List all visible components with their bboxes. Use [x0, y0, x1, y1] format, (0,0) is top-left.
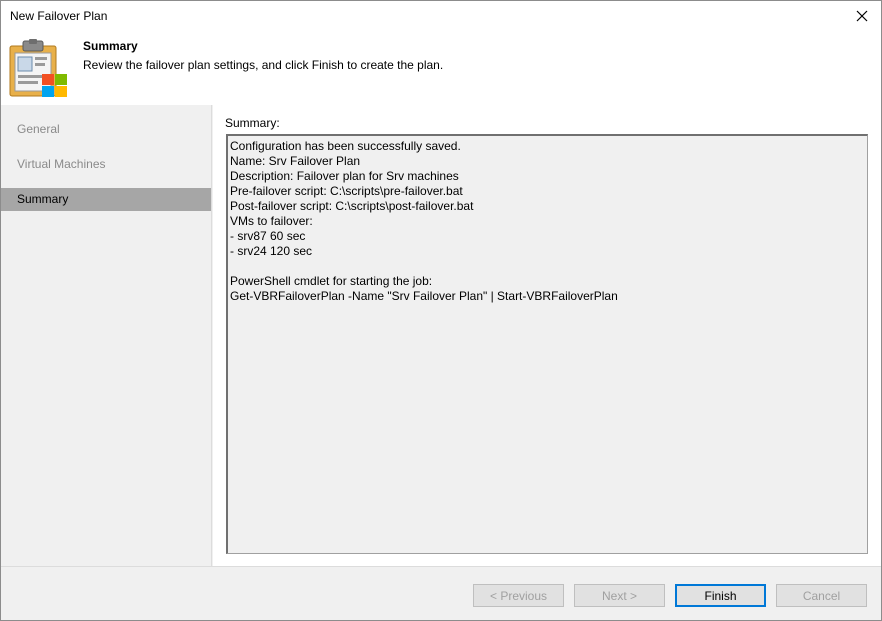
- sidebar-item-general[interactable]: General: [1, 118, 211, 141]
- sidebar-item-virtual-machines[interactable]: Virtual Machines: [1, 153, 211, 176]
- summary-line: Get-VBRFailoverPlan -Name "Srv Failover …: [230, 289, 618, 303]
- summary-line: - srv87 60 sec: [230, 229, 306, 243]
- summary-line: Pre-failover script: C:\scripts\pre-fail…: [230, 184, 463, 198]
- summary-textbox[interactable]: Configuration has been successfully save…: [226, 134, 868, 554]
- wizard-body: General Virtual Machines Summary Summary…: [1, 105, 881, 566]
- previous-button[interactable]: < Previous: [473, 584, 564, 607]
- title-bar: New Failover Plan: [1, 1, 881, 31]
- next-button[interactable]: Next >: [574, 584, 665, 607]
- cancel-button[interactable]: Cancel: [776, 584, 867, 607]
- summary-line: VMs to failover:: [230, 214, 313, 228]
- wizard-steps-sidebar: General Virtual Machines Summary: [1, 105, 212, 566]
- wizard-footer: < Previous Next > Finish Cancel: [1, 566, 881, 620]
- summary-line: - srv24 120 sec: [230, 244, 313, 258]
- close-button[interactable]: [851, 5, 873, 27]
- summary-line: [230, 259, 865, 274]
- summary-line: Post-failover script: C:\scripts\post-fa…: [230, 199, 474, 213]
- failover-plan-clipboard-icon: [9, 39, 67, 97]
- wizard-header: Summary Review the failover plan setting…: [1, 31, 881, 105]
- finish-button[interactable]: Finish: [675, 584, 766, 607]
- close-icon: [856, 10, 868, 22]
- summary-panel: Summary: Configuration has been successf…: [213, 105, 881, 566]
- summary-line: Description: Failover plan for Srv machi…: [230, 169, 459, 183]
- page-description: Review the failover plan settings, and c…: [83, 58, 444, 72]
- summary-line: Configuration has been successfully save…: [230, 139, 461, 153]
- new-failover-plan-window: New Failover Plan Summary Review the fai…: [0, 0, 882, 621]
- sidebar-item-summary[interactable]: Summary: [1, 188, 211, 211]
- page-title: Summary: [83, 39, 138, 53]
- summary-line: Name: Srv Failover Plan: [230, 154, 361, 168]
- summary-label: Summary:: [225, 116, 280, 130]
- summary-line: PowerShell cmdlet for starting the job:: [230, 274, 433, 288]
- window-title: New Failover Plan: [10, 9, 108, 23]
